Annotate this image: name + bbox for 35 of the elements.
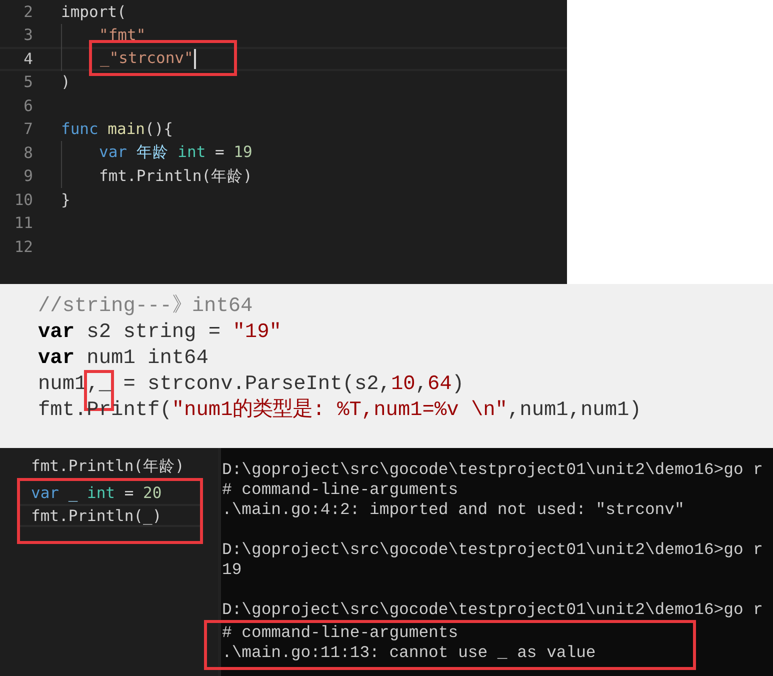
code-line: fmt.Println(年龄)	[99, 166, 252, 187]
code-line: func main(){	[60, 120, 173, 138]
terminal-line: # command-line-arguments	[221, 480, 460, 500]
line-number: 12	[13, 238, 33, 256]
line-number: 8	[22, 144, 33, 162]
terminal-line: D:\goproject\src\gocode\testproject01\unit2\demo16>go r	[221, 540, 764, 560]
terminal-line: .\main.go:11:13: cannot use _ as value	[221, 643, 597, 663]
line-number: 5	[22, 73, 33, 92]
line-number: 4	[22, 50, 33, 68]
highlighted-code: _"strconv"	[89, 40, 238, 76]
terminal-line: # command-line-arguments	[221, 623, 460, 643]
terminal-line: D:\goproject\src\gocode\testproject01\unit2\demo16>go r	[221, 460, 764, 480]
terminal-line: 19	[221, 560, 243, 580]
line-number: 3	[22, 26, 33, 44]
code-line: //string---》int64	[38, 295, 253, 318]
line-number: 7	[22, 120, 33, 138]
code-line: }	[60, 190, 70, 209]
line-number: 6	[22, 96, 33, 115]
code-text: num1	[38, 373, 87, 396]
line-number: 11	[13, 214, 33, 232]
code-line: var s2 string = "19"	[38, 321, 282, 344]
code-line: )	[60, 73, 70, 92]
line-number: 2	[22, 2, 33, 21]
code-line: import(	[60, 2, 126, 21]
code-line: fmt.Println(年龄)	[30, 456, 186, 477]
terminal-line: D:\goproject\src\gocode\testproject01\unit2\demo16>go r	[221, 600, 764, 620]
line-number: 10	[13, 190, 33, 209]
terminal-line: .\main.go:4:2: imported and not used: ″strconv″	[221, 500, 686, 520]
code-line: var _ int = 20	[30, 482, 163, 504]
line-number: 9	[22, 167, 33, 186]
code-line: var num1 int64	[38, 347, 208, 370]
code-line: fmt.Printf("num1的类型是: %T,num1=%v \n",num1,num1)	[38, 399, 642, 422]
code-line: var 年龄 int = 19	[99, 142, 252, 164]
code-line: fmt.Println(_)	[20, 504, 200, 527]
code-text: = strconv.ParseInt(s2,10,64)	[122, 373, 464, 396]
